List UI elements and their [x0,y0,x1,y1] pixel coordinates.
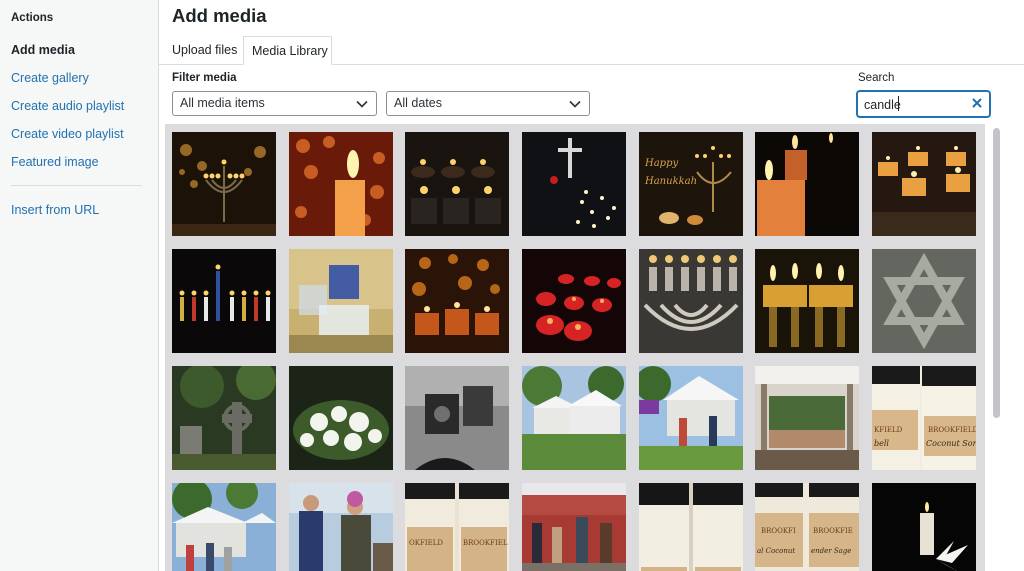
media-item-candle-jars-black-lids[interactable] [639,483,743,571]
svg-text:BROOKFIELD: BROOKFIELD [928,426,976,434]
svg-text:BROOKFIEL: BROOKFIEL [463,539,508,547]
media-item-market-tents-crowd[interactable] [172,483,276,571]
media-item-market-vendors-masks[interactable] [289,483,393,571]
media-item-menorah-silver-closeup[interactable] [639,249,743,353]
svg-text:bell: bell [874,439,889,448]
search-label: Search [858,72,895,84]
scrollbar-thumb[interactable] [993,128,1000,418]
media-item-tealight-candles-rows[interactable] [405,132,509,236]
svg-text:OKFIELD: OKFIELD [409,539,443,547]
media-sidebar: Actions Add media Create gallery Create … [0,0,159,571]
sidebar-item-create-video-playlist[interactable]: Create video playlist [11,127,124,141]
media-item-menorah-bokeh[interactable] [172,132,276,236]
svg-text:BROOKFI: BROOKFI [761,527,796,535]
media-item-candle-lily-dark[interactable] [872,483,976,571]
sidebar-item-add-media[interactable]: Add media [11,43,75,57]
media-item-market-white-tents[interactable] [522,366,626,470]
media-item-menorah-colored-candles[interactable] [172,249,276,353]
sidebar-item-insert-from-url[interactable]: Insert from URL [11,203,99,217]
media-type-select[interactable]: All media items [172,91,377,116]
media-item-bw-candle-holder[interactable] [405,366,509,470]
media-item-brookfield-coconut-sage[interactable]: BROOKFI BROOKFIE al Coconut ender Sage [755,483,859,571]
sidebar-item-featured-image[interactable]: Featured image [11,155,99,169]
media-item-menorah-oil-lamps[interactable] [755,249,859,353]
media-item-cross-lights-night[interactable] [522,132,626,236]
media-item-star-of-david-stone[interactable] [872,249,976,353]
media-item-brookfield-jars-stacked[interactable]: BROOKFIEL OKFIELD [405,483,509,571]
tab-upload-files[interactable]: Upload files [172,36,242,65]
media-item-white-flower-arrangement[interactable] [289,366,393,470]
svg-text:BROOKFIE: BROOKFIE [813,527,853,535]
media-item-happy-hanukkah-menorah[interactable]: Happy Hanukkah [639,132,743,236]
media-item-cemetery-celtic-cross[interactable] [172,366,276,470]
svg-text:Happy: Happy [644,158,678,169]
media-item-glass-candle-holders[interactable] [289,249,393,353]
svg-text:KFIELD: KFIELD [874,426,903,434]
date-value: All dates [394,96,442,110]
sidebar-item-create-audio-playlist[interactable]: Create audio playlist [11,99,124,113]
media-item-market-red-barn[interactable] [522,483,626,571]
media-item-red-votive-candles[interactable] [522,249,626,353]
media-item-tealights-in-glass[interactable] [872,132,976,236]
sidebar-item-create-gallery[interactable]: Create gallery [11,71,89,85]
close-icon[interactable] [970,96,984,110]
sidebar-divider [11,185,142,186]
tab-media-library[interactable]: Media Library [243,36,332,65]
text-caret [898,96,899,111]
svg-text:al Coconut: al Coconut [757,547,795,555]
media-grid: Happy Hanukkah BROOKFIELD Coconut So KFI… [165,124,985,571]
search-input[interactable] [864,96,964,114]
svg-text:Coconut Sorbe: Coconut Sorbe [926,439,976,448]
media-item-candle-heart-bokeh[interactable] [289,132,393,236]
chevron-down-icon [569,100,581,108]
page-title: Add media [172,5,267,26]
media-type-value: All media items [180,96,265,110]
sidebar-heading: Actions [11,12,54,24]
chevron-down-icon [356,100,368,108]
media-item-pillar-candles-dark[interactable] [755,132,859,236]
svg-text:ender Sage: ender Sage [811,547,851,555]
svg-text:Hanukkah: Hanukkah [644,176,697,187]
media-item-brookfield-candle-jars[interactable]: BROOKFIELD Coconut Sorbe KFIELD bell [872,366,976,470]
media-item-pavilion-market-stalls[interactable] [755,366,859,470]
media-item-votive-candles-bokeh[interactable] [405,249,509,353]
date-select[interactable]: All dates [386,91,590,116]
media-item-market-tent-shoppers[interactable] [639,366,743,470]
filter-media-label: Filter media [172,72,237,84]
